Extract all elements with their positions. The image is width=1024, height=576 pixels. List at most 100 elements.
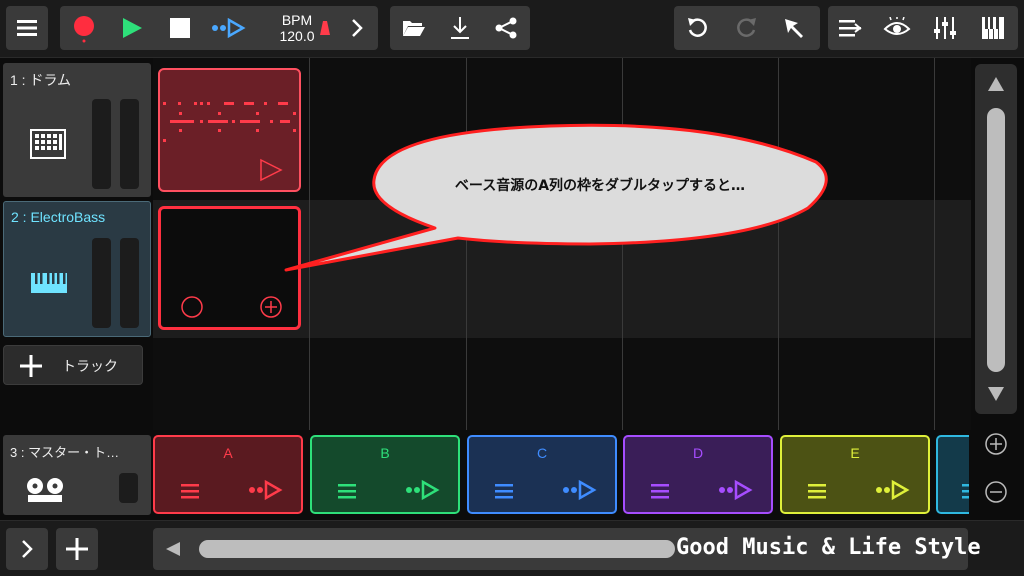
share-button[interactable]: [484, 6, 528, 50]
next-icon: [352, 19, 363, 37]
pattern-notes: [163, 102, 296, 142]
download-icon: [451, 17, 469, 39]
undo-icon: [688, 18, 707, 37]
scroll-down-icon[interactable]: [987, 386, 1005, 402]
callout-bubble: [284, 123, 828, 272]
scene-label: D: [692, 445, 704, 461]
tape-reels-icon: [27, 478, 63, 502]
equalizer-icon: [934, 17, 956, 39]
keyboard-icon: [31, 273, 67, 293]
bpm-label: BPM: [281, 12, 313, 28]
view-button[interactable]: [874, 6, 920, 50]
scene-launch-icon[interactable]: [717, 479, 753, 501]
folder-icon: [403, 21, 425, 36]
open-button[interactable]: [392, 6, 436, 50]
track-header-master[interactable]: 3 : マスター・ト…: [3, 435, 151, 515]
track-name: 1 : ドラム: [10, 72, 72, 88]
plus-icon: [66, 538, 88, 560]
plus-icon: [20, 355, 42, 377]
scene-label: E: [850, 445, 860, 461]
scene-menu-icon[interactable]: [495, 483, 513, 499]
record-icon: [74, 16, 94, 43]
level-meter-right: [120, 238, 139, 328]
scene-f-partial[interactable]: [936, 435, 969, 514]
zoom-in-icon[interactable]: [984, 432, 1008, 456]
step-icon: [212, 18, 246, 38]
scene-e[interactable]: E: [780, 435, 930, 514]
metronome-button[interactable]: [318, 6, 332, 50]
record-button[interactable]: [64, 6, 104, 50]
redo-button[interactable]: [724, 6, 768, 50]
track-list-button[interactable]: [828, 6, 872, 50]
keyboard-button[interactable]: [970, 6, 1016, 50]
zoom-out-icon[interactable]: [984, 480, 1008, 504]
scene-a[interactable]: A: [153, 435, 303, 514]
bpm-display[interactable]: BPM 120.0: [273, 12, 321, 44]
scroll-left-icon[interactable]: [165, 541, 181, 557]
level-meter-left: [92, 238, 111, 328]
redo-icon: [737, 18, 756, 37]
scene-c[interactable]: C: [467, 435, 617, 514]
add-scene-button[interactable]: [56, 528, 98, 570]
level-meter-left: [92, 99, 111, 189]
track-header-drum[interactable]: 1 : ドラム: [3, 63, 151, 197]
transport-group: BPM 120.0: [60, 6, 378, 50]
scene-menu-icon[interactable]: [962, 483, 969, 499]
scene-menu-icon[interactable]: [651, 483, 669, 499]
menu-button[interactable]: [6, 6, 48, 50]
track-name: 2 : ElectroBass: [11, 209, 106, 225]
scene-menu-icon[interactable]: [181, 483, 199, 499]
scene-menu-icon[interactable]: [338, 483, 356, 499]
track-name: 3 : マスター・ト…: [10, 445, 120, 460]
scene-label: A: [223, 445, 233, 461]
play-icon: [123, 18, 142, 38]
edit-group: [674, 6, 820, 50]
play-button[interactable]: [112, 6, 152, 50]
add-clip-icon: [260, 296, 282, 318]
scroll-up-icon[interactable]: [987, 76, 1005, 92]
scroll-thumb[interactable]: [987, 108, 1005, 372]
undo-button[interactable]: [676, 6, 720, 50]
beat-line: [934, 58, 935, 430]
scene-launch-icon[interactable]: [404, 479, 440, 501]
expand-button[interactable]: [6, 528, 48, 570]
track-header-electrobass[interactable]: 2 : ElectroBass: [3, 201, 151, 337]
scene-launch-icon[interactable]: [874, 479, 910, 501]
next-button[interactable]: [340, 6, 374, 50]
vertical-scrollbar[interactable]: [975, 64, 1017, 414]
export-button[interactable]: [438, 6, 482, 50]
scene-b[interactable]: B: [310, 435, 460, 514]
scene-launch-icon[interactable]: [247, 479, 283, 501]
watermark-text: Good Music & Life Style: [676, 535, 981, 560]
menu-icon: [6, 6, 48, 50]
add-track-button[interactable]: トラック: [3, 345, 143, 385]
view-group: [828, 6, 1018, 50]
scene-label: B: [380, 445, 390, 461]
select-tool-button[interactable]: [772, 6, 816, 50]
scene-menu-icon[interactable]: [808, 483, 826, 499]
record-slot-icon: [181, 296, 203, 318]
level-meter-right: [120, 99, 139, 189]
eye-icon: [883, 17, 911, 35]
drum-machine-icon: [30, 129, 66, 159]
scroll-thumb[interactable]: [199, 540, 675, 558]
add-track-label: トラック: [62, 359, 118, 375]
top-toolbar: BPM 120.0: [0, 0, 1024, 58]
scene-label: C: [536, 445, 548, 461]
select-icon: [785, 19, 803, 38]
stop-icon: [170, 18, 190, 38]
stop-button[interactable]: [160, 6, 200, 50]
share-icon: [495, 17, 517, 39]
master-meter: [119, 473, 138, 503]
scene-launch-icon[interactable]: [561, 479, 597, 501]
chevron-right-icon: [22, 540, 33, 558]
piano-icon: [982, 17, 1004, 39]
step-button[interactable]: [206, 6, 252, 50]
callout-text: ベース音源のA列の枠をダブルタップすると…: [454, 178, 746, 194]
scene-d[interactable]: D: [623, 435, 773, 514]
bpm-value: 120.0: [279, 28, 315, 44]
mixer-list-icon: [839, 20, 862, 37]
mixer-button[interactable]: [922, 6, 968, 50]
metronome-icon: [320, 21, 330, 35]
file-group: [390, 6, 530, 50]
